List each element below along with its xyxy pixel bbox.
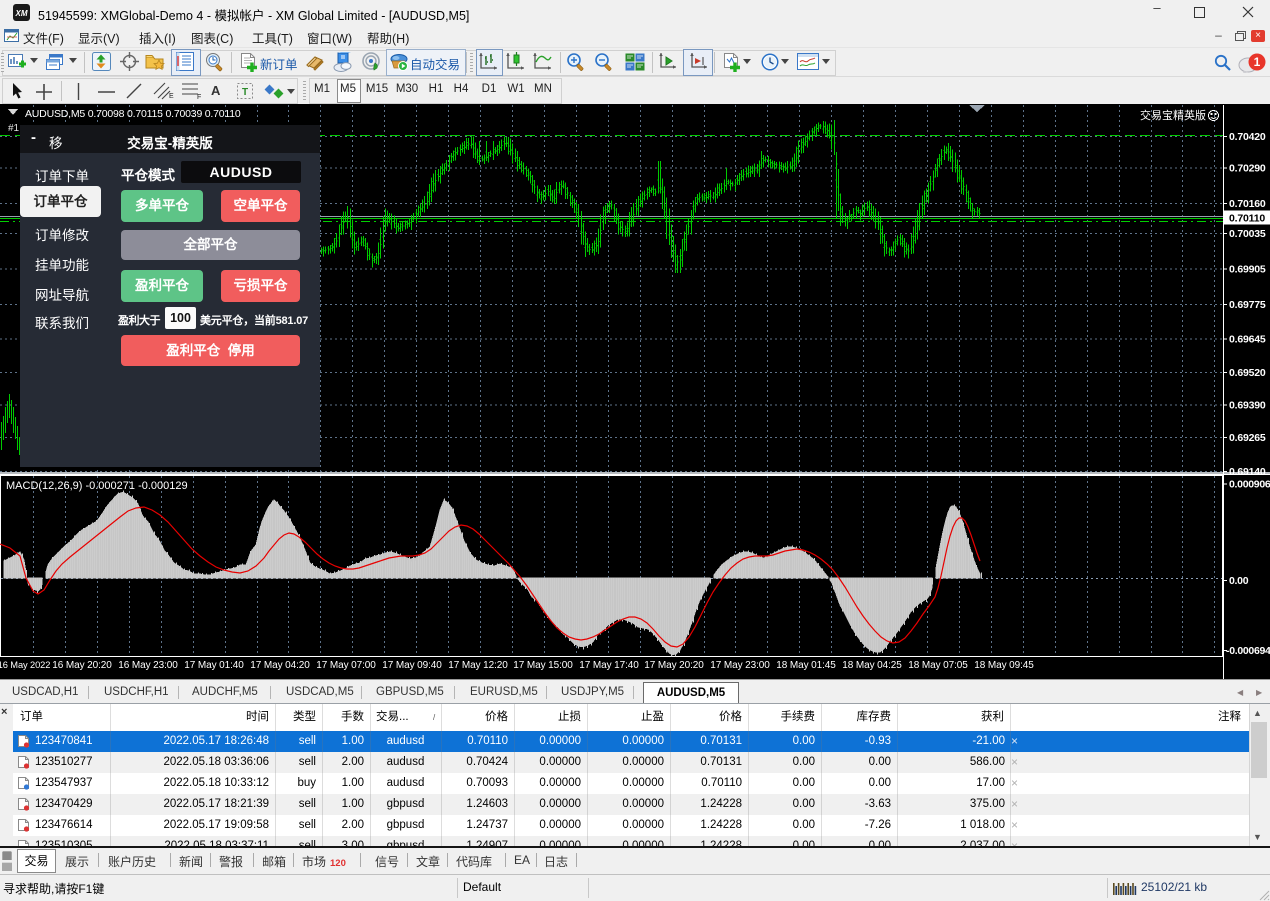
svg-text:XM: XM <box>15 9 28 18</box>
svg-text:0.69265: 0.69265 <box>1229 432 1266 444</box>
svg-text:0.69520: 0.69520 <box>1229 367 1266 379</box>
svg-text:0.69775: 0.69775 <box>1229 299 1266 311</box>
svg-text:交易宝精英版: 交易宝精英版 <box>1140 108 1206 122</box>
svg-text:-0.000694: -0.000694 <box>1226 645 1270 657</box>
svg-text:17 May 07:00: 17 May 07:00 <box>316 660 376 671</box>
svg-text:0.70290: 0.70290 <box>1229 163 1266 175</box>
svg-text:16 May 2022: 16 May 2022 <box>0 660 50 670</box>
svg-text:0.69140: 0.69140 <box>1229 466 1266 478</box>
svg-text:18 May 07:05: 18 May 07:05 <box>908 660 968 671</box>
svg-text:1: 1 <box>1254 55 1261 69</box>
svg-text:18 May 01:45: 18 May 01:45 <box>776 660 836 671</box>
svg-text:16 May 20:20: 16 May 20:20 <box>52 660 112 671</box>
svg-text:F: F <box>197 94 201 100</box>
svg-text:0.69905: 0.69905 <box>1229 264 1266 276</box>
svg-text:0.70110: 0.70110 <box>1229 213 1265 225</box>
svg-text:T: T <box>242 87 248 98</box>
svg-text:0.70160: 0.70160 <box>1229 198 1266 210</box>
svg-text:0.000906: 0.000906 <box>1229 479 1270 491</box>
svg-text:17 May 23:00: 17 May 23:00 <box>710 660 770 671</box>
svg-text:18 May 04:25: 18 May 04:25 <box>842 660 902 671</box>
svg-text:17 May 15:00: 17 May 15:00 <box>513 660 573 671</box>
svg-text:E: E <box>169 93 174 100</box>
svg-text:17 May 12:20: 17 May 12:20 <box>448 660 508 671</box>
svg-text:0.70420: 0.70420 <box>1229 131 1266 143</box>
svg-text:17 May 17:40: 17 May 17:40 <box>579 660 639 671</box>
svg-text:16 May 23:00: 16 May 23:00 <box>118 660 178 671</box>
svg-text:17 May 20:20: 17 May 20:20 <box>644 660 704 671</box>
svg-text:0.69645: 0.69645 <box>1229 334 1266 346</box>
svg-text:#1: #1 <box>8 123 20 134</box>
svg-text:18 May 09:45: 18 May 09:45 <box>974 660 1034 671</box>
svg-text:0.70035: 0.70035 <box>1229 228 1266 240</box>
svg-text:AUDUSD,M5 0.70098 0.70115 0.7: AUDUSD,M5 0.70098 0.70115 0.70039 0.7011… <box>25 108 241 120</box>
svg-text:0.00: 0.00 <box>1229 575 1249 587</box>
svg-text:0.69390: 0.69390 <box>1229 400 1266 412</box>
svg-text:17 May 01:40: 17 May 01:40 <box>184 660 244 671</box>
svg-text:17 May 04:20: 17 May 04:20 <box>250 660 310 671</box>
svg-text:17 May 09:40: 17 May 09:40 <box>382 660 442 671</box>
svg-text:MACD(12,26,9) -0.000271 -0.000: MACD(12,26,9) -0.000271 -0.000129 <box>6 480 188 492</box>
